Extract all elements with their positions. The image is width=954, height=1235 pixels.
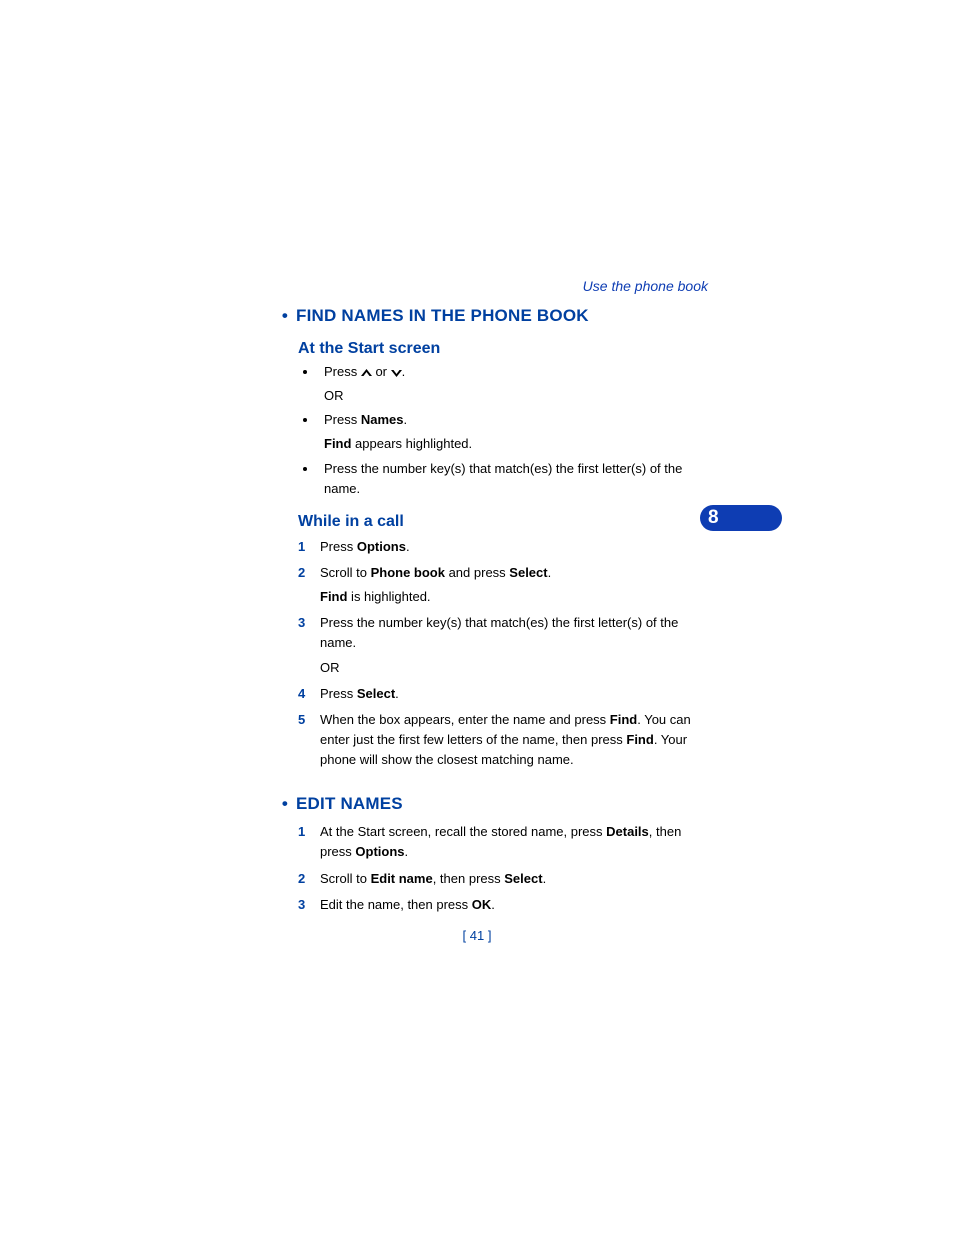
or-text: OR — [320, 658, 708, 678]
list-item: Press Names. Find appears highlighted. — [318, 410, 708, 454]
section-heading-find: •FIND NAMES IN THE PHONE BOOK — [278, 306, 708, 326]
edit-names-list: 1 At the Start screen, recall the stored… — [298, 822, 708, 915]
list-item: 5 When the box appears, enter the name a… — [298, 710, 708, 770]
start-screen-list: Press or . OR Press Names. Find appears … — [318, 362, 708, 499]
list-item: 3 Press the number key(s) that match(es)… — [298, 613, 708, 677]
list-item: 1 At the Start screen, recall the stored… — [298, 822, 708, 862]
chapter-tab: 8 — [700, 505, 782, 531]
chapter-number: 8 — [708, 507, 719, 528]
page: 8 Use the phone book •FIND NAMES IN THE … — [0, 0, 954, 1235]
step-number: 5 — [298, 710, 305, 730]
list-item: 3 Edit the name, then press OK. — [298, 895, 708, 915]
up-arrow-icon — [361, 369, 372, 377]
or-text: OR — [324, 386, 708, 406]
list-item: 2 Scroll to Edit name, then press Select… — [298, 869, 708, 889]
list-item: 1 Press Options. — [298, 537, 708, 557]
list-item: 2 Scroll to Phone book and press Select.… — [298, 563, 708, 607]
bullet-icon: • — [278, 794, 292, 814]
step-number: 3 — [298, 895, 305, 915]
while-call-list: 1 Press Options. 2 Scroll to Phone book … — [298, 537, 708, 770]
step-number: 4 — [298, 684, 305, 704]
sub-line: Find is highlighted. — [320, 587, 708, 607]
subheading-start-screen: At the Start screen — [298, 340, 708, 358]
step-number: 1 — [298, 822, 305, 842]
running-head: Use the phone book — [278, 278, 708, 294]
heading-text: EDIT NAMES — [296, 794, 403, 813]
step-number: 2 — [298, 869, 305, 889]
step-number: 1 — [298, 537, 305, 557]
page-number: [ 41 ] — [0, 928, 954, 943]
step-number: 2 — [298, 563, 305, 583]
section-heading-edit: •EDIT NAMES — [278, 794, 708, 814]
sub-line: Find appears highlighted. — [324, 434, 708, 454]
down-arrow-icon — [391, 369, 402, 377]
step-number: 3 — [298, 613, 305, 633]
subheading-while-call: While in a call — [298, 513, 708, 531]
bullet-icon: • — [278, 306, 292, 326]
list-item: Press the number key(s) that match(es) t… — [318, 459, 708, 499]
list-item: 4 Press Select. — [298, 684, 708, 704]
content-area: Use the phone book •FIND NAMES IN THE PH… — [278, 278, 708, 917]
heading-text: FIND NAMES IN THE PHONE BOOK — [296, 306, 589, 325]
list-item: Press or . OR — [318, 362, 708, 406]
